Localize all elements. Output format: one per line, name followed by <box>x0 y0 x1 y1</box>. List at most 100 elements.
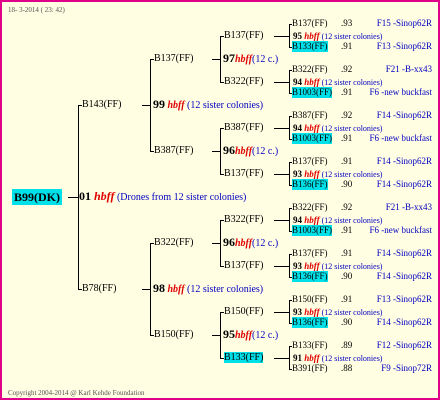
gen4-node: B137(FF) <box>224 259 264 271</box>
gen2-node: B78(FF) <box>82 282 117 294</box>
mating-number: 98 <box>153 280 165 295</box>
gen5-year: .89 <box>341 340 353 350</box>
gen5-year: .90 <box>341 271 353 281</box>
drone-origin: hbff <box>302 352 320 363</box>
gen5-node: B136(FF) <box>292 179 328 190</box>
mating-number: 95 <box>223 326 235 341</box>
drone-origin: hbff <box>235 237 253 249</box>
drone-note: (12 sister colonies) <box>319 261 383 271</box>
gen5-node: B1003(FF) <box>292 133 333 144</box>
gen3-mating: 95hbff(12 c.) <box>223 326 279 341</box>
gen3-mating: 96hbff(12 c.) <box>223 236 279 249</box>
drone-note: (12 sister colonies) <box>184 99 264 111</box>
connector-line <box>212 58 220 60</box>
drone-note: (12 c.) <box>252 53 279 65</box>
drone-origin: hbff <box>165 283 185 295</box>
connector-line <box>220 311 221 359</box>
timestamp: 18- 3-2014 ( 23: 42) <box>8 6 65 14</box>
mating-number: 99 <box>153 96 165 111</box>
gen4-mating: 94 hbff (12 sister colonies) <box>293 77 382 88</box>
drone-note: (12 c.) <box>252 329 279 341</box>
connector-line <box>68 196 78 198</box>
drone-note: (12 sister colonies) <box>184 283 264 295</box>
gen4-node: B322(FF) <box>224 213 264 225</box>
drone-note: (Drones from 12 sister colonies) <box>114 191 247 203</box>
gen5-year: .90 <box>341 317 353 327</box>
gen2-mating: 99 hbff (12 sister colonies) <box>153 96 264 111</box>
gen5-location: F15 -Sinop62R <box>376 18 432 28</box>
gen3-mating: 96hbff(12 c.) <box>223 142 279 157</box>
gen5-year: .92 <box>341 64 353 74</box>
copyright: Copyright 2004-2014 @ Karl Kehde Foundat… <box>8 389 145 397</box>
drone-origin: hbff <box>302 168 320 179</box>
connector-line <box>150 242 151 336</box>
gen5-location: F14 -Sinop62R <box>376 271 432 281</box>
gen4-mating: 94 hbff (12 sister colonies) <box>293 215 382 226</box>
gen5-location: F6 -new buckfast <box>369 133 433 143</box>
drone-note: (12 sister colonies) <box>319 31 383 41</box>
gen5-node: B133(FF) <box>292 41 328 52</box>
gen5-location: F14 -Sinop62R <box>376 179 432 189</box>
gen5-location: F9 -Sinop72R <box>381 363 432 373</box>
mating-number: 97 <box>223 50 235 65</box>
gen5-location: F14 -Sinop62R <box>376 248 432 258</box>
connector-line <box>289 162 290 186</box>
mating-number: 96 <box>223 142 235 157</box>
connector-line <box>274 219 289 221</box>
gen5-node: B137(FF) <box>292 18 328 28</box>
gen4-node: B150(FF) <box>224 305 264 317</box>
gen3-mating: 97hbff(12 c.) <box>223 50 279 65</box>
gen5-node: B136(FF) <box>292 317 328 328</box>
drone-note: (12 sister colonies) <box>319 77 383 87</box>
gen4-mating: 93 hbff (12 sister colonies) <box>293 261 382 272</box>
gen5-location: F14 -Sinop62R <box>376 317 432 327</box>
connector-line <box>220 219 221 267</box>
connector-line <box>289 70 290 94</box>
gen4-mating: 93 hbff (12 sister colonies) <box>293 307 382 318</box>
gen5-node: B1003(FF) <box>292 87 333 98</box>
gen5-year: .88 <box>341 363 353 373</box>
drone-origin: hbff <box>235 53 253 65</box>
connector-line <box>142 288 150 290</box>
drone-note: (12 sister colonies) <box>319 353 383 363</box>
gen1-label: 01 hbff (Drones from 12 sister colonies) <box>79 188 247 203</box>
gen5-node: B133(FF) <box>292 340 328 350</box>
mating-number: 93 <box>293 168 302 179</box>
gen5-year: .90 <box>341 179 353 189</box>
gen5-node: B137(FF) <box>292 156 328 166</box>
connector-line <box>274 81 289 83</box>
drone-note: (12 c.) <box>252 237 279 249</box>
gen4-node: B322(FF) <box>224 75 264 87</box>
gen3-node: B387(FF) <box>154 144 194 156</box>
gen2-node: B143(FF) <box>82 98 122 110</box>
gen4-mating: 95 hbff (12 sister colonies) <box>293 31 382 42</box>
connector-line <box>289 24 290 48</box>
gen4-node: B387(FF) <box>224 121 264 133</box>
connector-line <box>142 104 150 106</box>
drone-origin: hbff <box>165 99 185 111</box>
gen5-node: B391(FF) <box>292 363 328 373</box>
connector-line <box>289 300 290 324</box>
mating-number: 95 <box>293 30 302 41</box>
connector-line <box>274 311 289 313</box>
mating-number: 94 <box>293 76 302 87</box>
mating-number: 91 <box>293 352 302 363</box>
gen5-node: B322(FF) <box>292 64 328 74</box>
drone-note: (12 c.) <box>252 145 279 157</box>
connector-line <box>220 127 221 175</box>
connector-line <box>274 127 289 129</box>
connector-line <box>289 116 290 140</box>
connector-line <box>274 35 289 37</box>
drone-note: (12 sister colonies) <box>319 123 383 133</box>
gen5-node: B137(FF) <box>292 248 328 258</box>
gen5-year: .91 <box>341 87 353 97</box>
connector-line <box>289 254 290 278</box>
gen5-year: .91 <box>341 41 353 51</box>
gen5-year: .92 <box>341 202 353 212</box>
root-node: B99(DK) <box>12 188 62 205</box>
connector-line <box>274 173 289 175</box>
drone-origin: hbff <box>235 145 253 157</box>
connector-line <box>274 357 289 359</box>
mating-number: 01 <box>79 188 91 203</box>
gen5-year: .91 <box>341 225 353 235</box>
